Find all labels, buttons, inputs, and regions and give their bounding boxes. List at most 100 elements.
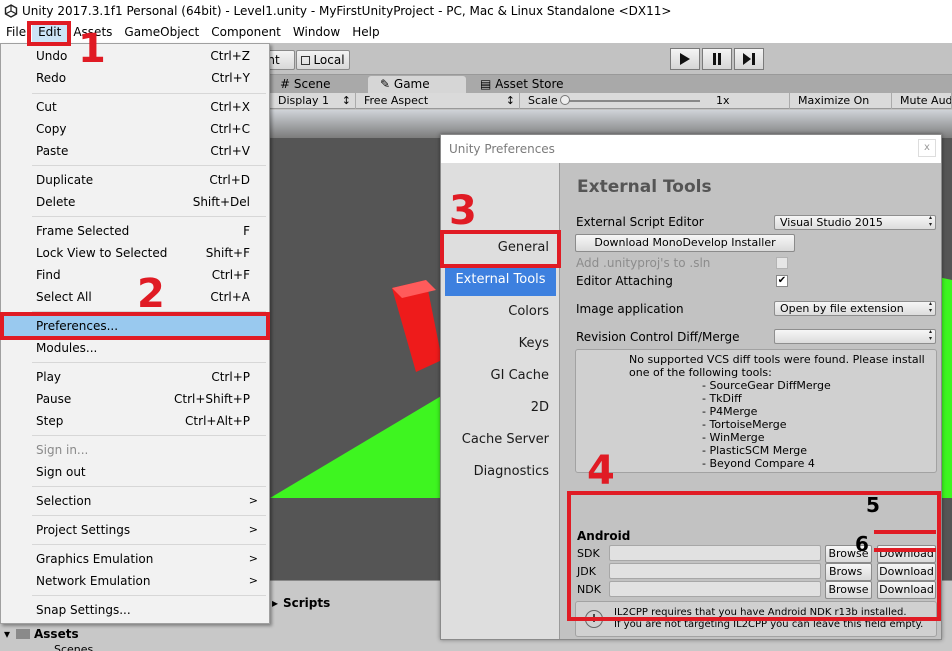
annotation-number-1: 1 <box>78 26 106 72</box>
menu-separator <box>32 216 266 217</box>
close-icon[interactable]: x <box>918 139 936 157</box>
store-bag-icon: ▤ <box>480 77 492 91</box>
menu-item-graphics-emulation[interactable]: Graphics Emulation > <box>2 548 268 570</box>
sidebar-item-external-tools[interactable]: External Tools <box>445 264 556 296</box>
editor-attaching-label: Editor Attaching <box>576 274 673 288</box>
scale-slider-handle[interactable] <box>560 95 570 105</box>
sidebar-item-cache-server[interactable]: Cache Server <box>441 424 559 456</box>
vcs-tool-item: - P4Merge <box>702 405 758 418</box>
mute-audio-toggle[interactable]: Mute Audio <box>892 93 952 109</box>
submenu-arrow-icon: > <box>248 574 258 587</box>
menu-item-paste[interactable]: Paste Ctrl+V <box>2 140 268 162</box>
vcs-tool-item: - PlasticSCM Merge <box>702 444 808 457</box>
section-title: External Tools <box>577 177 712 197</box>
add-unityproj-label: Add .unityproj's to .sln <box>576 256 711 270</box>
maximize-on-play-toggle[interactable]: Maximize On Play <box>790 93 892 122</box>
download-monodevelop-button[interactable]: Download MonoDevelop Installer <box>575 234 795 252</box>
editor-attaching-checkbox[interactable]: ✔ <box>776 275 788 287</box>
dropdown-arrow-icon: ↕ <box>341 94 351 107</box>
image-application-label: Image application <box>576 302 684 316</box>
menu-item-find[interactable]: Find Ctrl+F <box>2 264 268 286</box>
menu-component[interactable]: Component <box>205 22 287 43</box>
menu-item-snap-settings[interactable]: Snap Settings... <box>2 599 268 621</box>
scale-value: 1x <box>716 94 730 107</box>
vcs-tool-item: - WinMerge <box>702 431 765 444</box>
menu-item-pause[interactable]: Pause Ctrl+Shift+P <box>2 388 268 410</box>
annotation-number-4: 4 <box>587 448 615 494</box>
scenes-folder[interactable]: Scenes <box>54 643 93 651</box>
aspect-dropdown[interactable]: Free Aspect ↕ <box>356 93 520 109</box>
menu-item-play[interactable]: Play Ctrl+P <box>2 366 268 388</box>
local-global-toggle[interactable]: Local <box>296 50 350 70</box>
add-unityproj-checkbox[interactable] <box>776 257 788 269</box>
menu-item-delete[interactable]: Delete Shift+Del <box>2 191 268 213</box>
scene-hash-icon: # <box>280 77 291 91</box>
image-application-dropdown[interactable]: Open by file extension <box>774 300 936 316</box>
preferences-title-bar: Unity Preferences <box>441 135 941 163</box>
pause-icon <box>713 53 721 65</box>
revision-control-label: Revision Control Diff/Merge <box>576 330 740 344</box>
vcs-message: No supported VCS diff tools were found. … <box>629 353 925 379</box>
menu-item-lock-view[interactable]: Lock View to Selected Shift+F <box>2 242 268 264</box>
menu-gameobject[interactable]: GameObject <box>118 22 205 43</box>
menu-help[interactable]: Help <box>346 22 385 43</box>
menu-item-project-settings[interactable]: Project Settings > <box>2 519 268 541</box>
menu-item-copy[interactable]: Copy Ctrl+C <box>2 118 268 140</box>
scale-slider[interactable] <box>564 100 700 102</box>
revision-control-dropdown[interactable] <box>774 328 936 344</box>
menu-item-sign-in: Sign in... <box>36 443 89 457</box>
annotation-box-android-section <box>567 491 941 621</box>
submenu-arrow-icon: > <box>248 523 258 536</box>
scale-label: Scale <box>528 94 558 107</box>
menu-item-duplicate[interactable]: Duplicate Ctrl+D <box>2 169 268 191</box>
menu-item-step[interactable]: Step Ctrl+Alt+P <box>2 410 268 432</box>
vcs-tool-list: - SourceGear DiffMerge - TkDiff - P4Merg… <box>702 379 831 470</box>
pause-button[interactable] <box>702 48 732 70</box>
menu-item-undo[interactable]: Undo Ctrl+Z <box>2 45 268 67</box>
sidebar-item-colors[interactable]: Colors <box>441 296 559 328</box>
menu-item-sign-out[interactable]: Sign out <box>2 461 268 483</box>
menu-item-selection[interactable]: Selection > <box>2 490 268 512</box>
annotation-box-external-tools <box>440 230 561 268</box>
step-icon <box>743 53 755 65</box>
sidebar-item-2d[interactable]: 2D <box>441 392 559 424</box>
display-dropdown[interactable]: Display 1 ↕ <box>270 93 356 109</box>
menu-separator <box>32 93 266 94</box>
assets-folder[interactable]: ▾ Assets <box>0 626 270 642</box>
menu-item-frame-selected[interactable]: Frame Selected F <box>2 220 268 242</box>
preferences-title: Unity Preferences <box>449 142 555 156</box>
tab-scene[interactable]: # Scene <box>272 76 362 93</box>
annotation-number-3: 3 <box>449 188 477 234</box>
menu-item-cut[interactable]: Cut Ctrl+X <box>2 96 268 118</box>
menu-bar: File Edit Assets GameObject Component Wi… <box>0 22 952 43</box>
window-title: Unity 2017.3.1f1 Personal (64bit) - Leve… <box>22 4 672 18</box>
menu-item-select-all[interactable]: Select All Ctrl+A <box>2 286 268 308</box>
menu-separator <box>32 165 266 166</box>
tab-game[interactable]: ✎ Game <box>368 76 466 93</box>
sidebar-item-diagnostics[interactable]: Diagnostics <box>441 456 559 488</box>
annotation-number-2: 2 <box>137 271 165 317</box>
menu-item-modules[interactable]: Modules... <box>2 337 268 359</box>
vcs-help-box: No supported VCS diff tools were found. … <box>575 349 937 473</box>
menu-separator <box>32 515 266 516</box>
menu-item-redo[interactable]: Redo Ctrl+Y <box>2 67 268 89</box>
game-view-toolbar: Display 1 ↕ Free Aspect ↕ Scale 1x Maximiz… <box>270 93 952 122</box>
external-script-editor-dropdown[interactable]: Visual Studio 2015 <box>774 214 936 230</box>
external-script-editor-label: External Script Editor <box>576 215 704 229</box>
sidebar-item-keys[interactable]: Keys <box>441 328 559 360</box>
submenu-arrow-icon: > <box>248 552 258 565</box>
checkmark-icon: ✔ <box>777 275 787 286</box>
annotation-box-edit-menu <box>27 21 71 46</box>
step-button[interactable] <box>734 48 764 70</box>
sidebar-item-gi-cache[interactable]: GI Cache <box>441 360 559 392</box>
game-controller-icon: ✎ <box>380 77 391 91</box>
menu-separator <box>32 362 266 363</box>
menu-window[interactable]: Window <box>287 22 346 43</box>
chevron-right-icon: ▸ <box>272 596 279 610</box>
tab-asset-store[interactable]: ▤ Asset Store <box>472 76 582 93</box>
annotation-number-6: 6 <box>855 532 869 556</box>
menu-item-network-emulation[interactable]: Network Emulation > <box>2 570 268 592</box>
vcs-tool-item: - SourceGear DiffMerge <box>702 379 831 392</box>
play-button[interactable] <box>670 48 700 70</box>
folder-icon <box>16 629 30 639</box>
